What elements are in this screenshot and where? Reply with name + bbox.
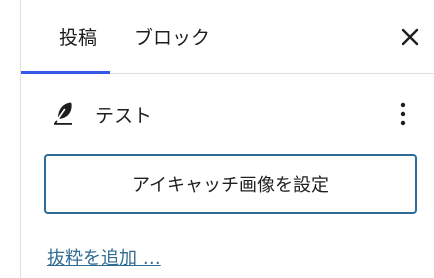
more-vertical-icon [400, 102, 406, 126]
close-icon [401, 28, 419, 46]
more-actions-button[interactable] [393, 98, 413, 130]
tab-block-label: ブロック [134, 27, 211, 49]
tab-post-label: 投稿 [58, 27, 97, 49]
post-summary: テスト [21, 92, 434, 136]
close-settings-button[interactable] [397, 24, 423, 50]
feather-icon [54, 102, 72, 125]
active-tab-indicator [21, 71, 110, 74]
set-featured-image-label: アイキャッチ画像を設定 [131, 175, 330, 196]
sidebar-tabs: 投稿 ブロック [21, 0, 434, 74]
add-excerpt-link[interactable]: 抜粋を追加 … [47, 244, 161, 270]
set-featured-image-button[interactable]: アイキャッチ画像を設定 [44, 154, 417, 214]
post-title: テスト [95, 105, 153, 127]
tab-post[interactable]: 投稿 [46, 0, 110, 73]
tab-block[interactable]: ブロック [134, 0, 210, 73]
settings-sidebar: 投稿 ブロック テスト アイキャッチ画像を設定 抜粋を追加 … [20, 0, 434, 278]
